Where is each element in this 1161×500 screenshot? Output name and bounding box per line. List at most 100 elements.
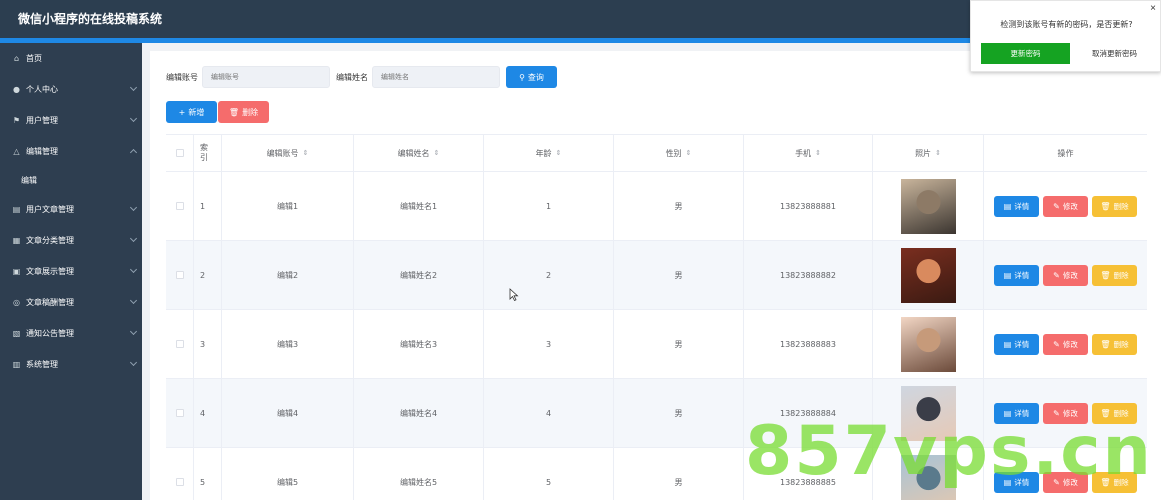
sex-cell: 男 bbox=[614, 241, 744, 309]
photo-cell bbox=[873, 172, 984, 240]
account-cell: 编辑1 bbox=[222, 172, 354, 240]
header-index: 索引 bbox=[194, 135, 222, 171]
sidebar-item[interactable]: ● 个人中心 bbox=[0, 74, 142, 105]
toolbar: + 新增 🗑 删除 bbox=[166, 101, 269, 123]
batch-delete-button[interactable]: 🗑 删除 bbox=[218, 101, 269, 123]
close-icon[interactable]: × bbox=[1150, 3, 1156, 14]
delete-button[interactable]: 🗑 删除 bbox=[1092, 264, 1137, 286]
row-checkbox[interactable] bbox=[175, 202, 184, 210]
update-password-button[interactable]: 更新密码 bbox=[981, 43, 1070, 64]
plus-icon: + bbox=[178, 107, 186, 117]
table-row: 3 编辑3 编辑姓名3 3 男 13823888883 ▤ 详情 ✎ 修改 🗑 删除 bbox=[166, 310, 1147, 379]
message-icon: ▧ bbox=[12, 329, 21, 338]
sidebar-item[interactable]: ▧ 通知公告管理 bbox=[0, 318, 142, 349]
sidebar-item[interactable]: ◎ 文章稿酬管理 bbox=[0, 287, 142, 318]
header-age-label: 年龄 bbox=[535, 148, 552, 158]
sidebar-item[interactable]: ⌂ 首页 bbox=[0, 43, 142, 74]
sidebar-item[interactable]: ▥ 系统管理 bbox=[0, 349, 142, 380]
header-phone[interactable]: 手机 ⇕ bbox=[744, 135, 873, 171]
sidebar-item-label: 首页 bbox=[26, 54, 42, 63]
age-cell: 5 bbox=[484, 448, 614, 500]
header-account-label: 编辑账号 bbox=[266, 148, 299, 158]
chevron-down-icon bbox=[129, 234, 138, 243]
header-actions-label: 操作 bbox=[1057, 148, 1074, 158]
query-button-label: 查询 bbox=[527, 72, 544, 82]
sort-icon[interactable]: ⇕ bbox=[815, 149, 821, 157]
sort-icon[interactable]: ⇕ bbox=[935, 149, 941, 157]
header-sex[interactable]: 性别 ⇕ bbox=[614, 135, 744, 171]
delete-button[interactable]: 🗑 删除 bbox=[1092, 333, 1137, 355]
row-checkbox-cell bbox=[166, 448, 194, 500]
header-name[interactable]: 编辑姓名 ⇕ bbox=[354, 135, 484, 171]
editor-photo[interactable] bbox=[900, 178, 956, 234]
detail-button[interactable]: ▤ 详情 bbox=[994, 264, 1039, 286]
sidebar-item-label: 文章稿酬管理 bbox=[26, 298, 74, 307]
phone-cell: 13823888882 bbox=[744, 241, 873, 309]
index-cell: 1 bbox=[194, 172, 222, 240]
index-cell: 2 bbox=[194, 241, 222, 309]
sidebar-item[interactable]: ▦ 文章分类管理 bbox=[0, 225, 142, 256]
row-checkbox[interactable] bbox=[175, 478, 184, 486]
sort-icon[interactable]: ⇕ bbox=[556, 149, 562, 157]
row-checkbox[interactable] bbox=[175, 340, 184, 348]
building-icon: ▥ bbox=[12, 360, 21, 369]
header-account[interactable]: 编辑账号 ⇕ bbox=[222, 135, 354, 171]
add-button[interactable]: + 新增 bbox=[166, 101, 217, 123]
account-cell: 编辑4 bbox=[222, 379, 354, 447]
watermark: 857vps.cn bbox=[745, 412, 1153, 491]
account-search-input[interactable] bbox=[202, 66, 330, 88]
sidebar-item[interactable]: ▣ 文章展示管理 bbox=[0, 256, 142, 287]
table-row: 1 编辑1 编辑姓名1 1 男 13823888881 ▤ 详情 ✎ 修改 🗑 删除 bbox=[166, 172, 1147, 241]
detail-button[interactable]: ▤ 详情 bbox=[994, 333, 1039, 355]
header-photo[interactable]: 照片 ⇕ bbox=[873, 135, 984, 171]
editor-photo[interactable] bbox=[900, 316, 956, 372]
detail-button[interactable]: ▤ 详情 bbox=[994, 195, 1039, 217]
select-all-checkbox[interactable] bbox=[175, 149, 184, 157]
query-button[interactable]: ⚲ 查询 bbox=[506, 66, 557, 88]
pencil-icon: ✎ bbox=[1053, 339, 1060, 349]
sidebar-item[interactable]: △ 编辑管理 bbox=[0, 136, 142, 167]
cancel-update-button[interactable]: 取消更新密码 bbox=[1072, 43, 1157, 64]
header-age[interactable]: 年龄 ⇕ bbox=[484, 135, 614, 171]
index-cell: 5 bbox=[194, 448, 222, 500]
edit-button-label: 修改 bbox=[1062, 201, 1078, 211]
age-cell: 1 bbox=[484, 172, 614, 240]
name-search-label: 编辑姓名 bbox=[336, 72, 368, 82]
index-cell: 4 bbox=[194, 379, 222, 447]
sex-cell: 男 bbox=[614, 448, 744, 500]
edit-button[interactable]: ✎ 修改 bbox=[1043, 195, 1088, 217]
row-checkbox-cell bbox=[166, 241, 194, 309]
sort-icon[interactable]: ⇕ bbox=[686, 149, 692, 157]
name-search-input[interactable] bbox=[372, 66, 500, 88]
delete-button[interactable]: 🗑 删除 bbox=[1092, 195, 1137, 217]
chevron-down-icon bbox=[129, 327, 138, 336]
detail-button-label: 详情 bbox=[1014, 270, 1030, 280]
row-checkbox[interactable] bbox=[175, 271, 184, 279]
sort-icon[interactable]: ⇕ bbox=[303, 149, 309, 157]
delete-button-label: 删除 bbox=[1113, 339, 1129, 349]
sidebar-item[interactable]: ⚑ 用户管理 bbox=[0, 105, 142, 136]
edit-button-label: 修改 bbox=[1062, 339, 1078, 349]
grid-icon: ▦ bbox=[12, 236, 21, 245]
name-cell: 编辑姓名5 bbox=[354, 448, 484, 500]
document-icon: ▤ bbox=[1003, 201, 1012, 211]
media-icon: ▣ bbox=[12, 267, 21, 276]
trash-icon: 🗑 bbox=[1100, 339, 1111, 349]
row-checkbox[interactable] bbox=[175, 409, 184, 417]
chevron-up-icon bbox=[129, 148, 138, 157]
editor-photo[interactable] bbox=[900, 247, 956, 303]
edit-button[interactable]: ✎ 修改 bbox=[1043, 264, 1088, 286]
actions-cell: ▤ 详情 ✎ 修改 🗑 删除 bbox=[984, 241, 1147, 309]
header-checkbox-cell bbox=[166, 135, 194, 171]
sidebar-subitem[interactable]: 编辑 bbox=[0, 167, 142, 194]
sort-icon[interactable]: ⇕ bbox=[434, 149, 440, 157]
header-index-label: 索引 bbox=[200, 143, 208, 162]
sidebar-item-label: 系统管理 bbox=[26, 360, 58, 369]
sidebar-item-label: 个人中心 bbox=[26, 85, 58, 94]
header-phone-label: 手机 bbox=[795, 148, 812, 158]
dialog-message: 检测到该账号有新的密码，是否更新? bbox=[1000, 20, 1133, 29]
sidebar-item[interactable]: ▤ 用户文章管理 bbox=[0, 194, 142, 225]
bell-icon: △ bbox=[13, 147, 20, 156]
edit-button[interactable]: ✎ 修改 bbox=[1043, 333, 1088, 355]
actions-cell: ▤ 详情 ✎ 修改 🗑 删除 bbox=[984, 172, 1147, 240]
